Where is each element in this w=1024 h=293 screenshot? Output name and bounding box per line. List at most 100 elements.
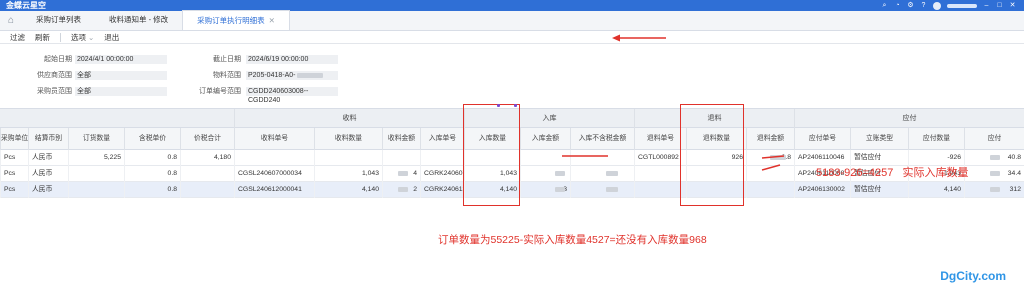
supplier-field[interactable]: 全部 [75,71,167,80]
refresh-button[interactable]: 刷新 [35,32,50,43]
order-no-field[interactable]: CGDD240603008--CGDD240 [246,87,338,104]
help-icon[interactable]: ? [920,2,927,9]
column-header[interactable]: 退料金额 [746,128,794,150]
annotation-summary: 订单数量为55225-实际入库数量4527=还没有入库数量968 [438,234,707,246]
redacted-block [555,187,565,192]
column-header[interactable]: 入库单号 [420,128,464,150]
table-cell: 4,140 [314,182,382,198]
column-header[interactable]: 退料单号 [634,128,686,150]
options-dropdown[interactable]: 选项 ⌄ [71,32,94,43]
table-cell: 4,140 [908,182,964,198]
redacted-block [398,187,408,192]
table-cell: 暂估应付 [850,182,908,198]
material-label: 物料范围 [213,72,241,79]
table-cell: CGRK240607421 [420,166,464,182]
annotation-arrow-tab [612,34,666,42]
redacted-block [555,171,565,176]
top-icons: ⌕ ◔ ⚙ ? – □ ✕ [881,0,1016,11]
table-cell [570,182,634,198]
redacted-block [606,171,618,176]
column-header[interactable]: 收料数量 [314,128,382,150]
table-cell [68,182,124,198]
annotation-strike [562,155,608,157]
table-cell [634,182,686,198]
table-cell: 0.8 [124,150,180,166]
redacted-block [297,72,324,78]
maximize-icon[interactable]: □ [996,2,1003,9]
table-cell [180,182,234,198]
column-header[interactable]: 结算币别 [28,128,68,150]
purple-marker [497,104,500,107]
column-header[interactable]: 价税合计 [180,128,234,150]
column-header[interactable]: 入库不含税金额 [570,128,634,150]
tab-receipt-notice-edit[interactable]: 收料通知单 - 修改 [95,10,182,30]
start-date-field[interactable]: 2024/4/1 00:00:00 [75,55,167,64]
redacted-block [990,155,1000,160]
table-cell: Pcs [0,182,28,198]
close-icon[interactable]: ✕ [1009,2,1016,9]
redacted-block [606,187,618,192]
calc-text: 5183-926=4257 [816,167,894,179]
table-cell: CGSL240607000034 [234,166,314,182]
column-header[interactable]: 应付 [964,128,1024,150]
column-header[interactable]: 收料单号 [234,128,314,150]
column-header[interactable]: 入库金额 [520,128,570,150]
table-cell: CGTL000892 [634,150,686,166]
material-field[interactable]: P205-0418-A0- [246,71,338,80]
table-cell [314,150,382,166]
table-cell: 1,043 [314,166,382,182]
start-date-label: 起始日期 [44,56,72,63]
redacted-block [398,171,408,176]
group-receive: 收料 [234,109,464,128]
tab-label: 收料通知单 - 修改 [109,15,169,24]
table-cell [570,166,634,182]
table-cell: Pcs [0,166,28,182]
column-header[interactable]: 收料金额 [382,128,420,150]
table-cell: 0.8 [124,166,180,182]
table-cell: 人民币 [28,166,68,182]
buyer-field[interactable]: 全部 [75,87,167,96]
table-cell: Pcs [0,150,28,166]
avatar[interactable] [933,1,941,10]
column-header[interactable]: 订货数量 [68,128,124,150]
column-header[interactable]: 含税单价 [124,128,180,150]
exit-button[interactable]: 退出 [104,32,119,43]
column-header[interactable]: 立账类型 [850,128,908,150]
highlight-box-stock-in-qty [463,104,520,206]
annotation-marks [761,155,785,171]
tab-close-icon[interactable]: ✕ [269,16,275,25]
column-header[interactable]: 应付单号 [794,128,850,150]
gear-icon[interactable]: ⚙ [907,2,914,9]
table-cell [420,150,464,166]
end-date-field[interactable]: 2024/6/19 00:00:00 [246,55,338,64]
toolbar: 过滤 刷新 选项 ⌄ 退出 [0,31,1024,44]
table-cell [634,166,686,182]
minimize-icon[interactable]: – [983,2,990,9]
tab-purchase-order-list[interactable]: 采购订单列表 [22,10,95,30]
tab-label: 采购订单列表 [36,15,81,24]
calc-label: 实际入库数量 [902,167,969,179]
toolbar-divider [60,32,61,42]
table-cell [180,166,234,182]
supplier-label: 供应商范围 [37,72,72,79]
column-header[interactable]: 采购单位 [0,128,28,150]
home-icon[interactable]: ⌂ [0,10,22,30]
column-header[interactable]: 应付数量 [908,128,964,150]
table-cell: 0.8 [124,182,180,198]
user-name-redacted[interactable] [947,3,977,8]
tab-order-execution-detail[interactable]: 采购订单执行明细表 ✕ [182,10,290,30]
chevron-down-icon: ⌄ [88,32,95,42]
purple-marker [514,104,517,107]
filter-button[interactable]: 过滤 [10,32,25,43]
annotation-calc: 5183-926=4257 实际入库数量 [816,164,968,180]
watermark: DgCity.com [940,269,1006,283]
table-cell [68,166,124,182]
redacted-block [990,187,1000,192]
table-cell: 4,180 [180,150,234,166]
bell-icon[interactable]: ◔ [894,2,901,9]
table-cell [382,150,420,166]
table-cell: 人民币 [28,182,68,198]
order-no-label: 订单编号范围 [199,88,241,95]
search-icon[interactable]: ⌕ [881,2,888,9]
filter-panel: 起始日期 2024/4/1 00:00:00 截止日期 2024/6/19 00… [0,45,1024,105]
